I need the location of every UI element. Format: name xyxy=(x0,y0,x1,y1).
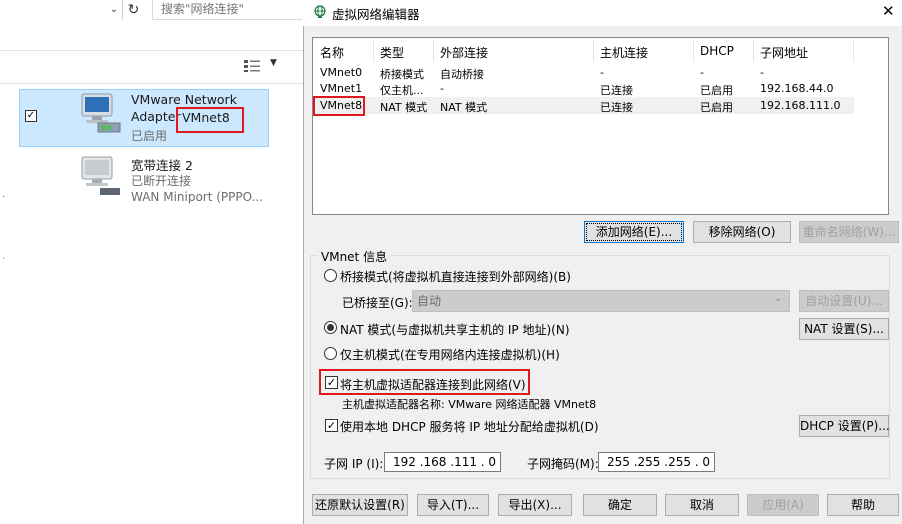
scroll-dots: · xyxy=(2,192,6,203)
nat-mode-label[interactable]: NAT 模式(与虚拟机共享主机的 IP 地址)(N) xyxy=(340,321,570,338)
row-dhcp: 已启用 xyxy=(700,101,733,114)
column-header-host[interactable]: 主机连接 xyxy=(600,44,648,61)
subnet-ip-input[interactable]: 192 .168 .111 . 0 xyxy=(384,452,501,472)
vmnet-info-group xyxy=(310,255,890,479)
host-only-radio[interactable] xyxy=(324,347,337,360)
auto-settings-button[interactable]: 自动设置(U)... xyxy=(799,290,889,312)
row-dhcp: - xyxy=(700,66,704,79)
dialog-title: 虚拟网络编辑器 xyxy=(332,7,420,22)
broadband-connection-icon xyxy=(81,156,120,195)
import-button[interactable]: 导入(T)... xyxy=(417,494,489,516)
restore-defaults-button[interactable]: 还原默认设置(R) xyxy=(312,494,408,516)
change-view-icon[interactable] xyxy=(243,59,261,73)
refresh-icon[interactable]: ↻ xyxy=(122,0,144,20)
row-external: - xyxy=(440,82,444,95)
row-dhcp: 已启用 xyxy=(700,84,733,97)
help-button[interactable]: 帮助 xyxy=(827,494,899,516)
export-button[interactable]: 导出(X)... xyxy=(498,494,572,516)
row-subnet: 192.168.111.0 xyxy=(760,99,841,112)
column-header-name[interactable]: 名称 xyxy=(320,44,344,61)
row-type: 桥接模式 xyxy=(380,68,424,81)
row-name[interactable]: VMnet1 xyxy=(320,82,362,95)
column-header-external[interactable]: 外部连接 xyxy=(440,44,488,61)
remove-network-button[interactable]: 移除网络(O) xyxy=(693,221,791,243)
rename-network-button[interactable]: 重命名网络(W)... xyxy=(799,221,899,243)
connection-status: 已断开连接 xyxy=(131,174,192,188)
vmnet-info-label: VMnet 信息 xyxy=(318,248,391,265)
nat-mode-radio[interactable] xyxy=(324,321,337,334)
chevron-down-icon[interactable]: ⌄ xyxy=(774,293,782,304)
row-host: - xyxy=(600,66,604,79)
row-type: 仅主机... xyxy=(380,84,424,97)
adapter-title: VMware Network xyxy=(131,92,237,107)
column-divider xyxy=(693,40,694,62)
row-host: 已连接 xyxy=(600,101,633,114)
subnet-mask-label: 子网掩码(M): xyxy=(527,457,599,471)
row-name[interactable]: VMnet0 xyxy=(320,66,362,79)
column-header-type[interactable]: 类型 xyxy=(380,44,404,61)
ok-button[interactable]: 确定 xyxy=(583,494,657,516)
apply-button[interactable]: 应用(A) xyxy=(747,494,819,516)
row-type: NAT 模式 xyxy=(380,101,428,114)
cancel-button[interactable]: 取消 xyxy=(665,494,739,516)
adapter-status: 已启用 xyxy=(131,129,168,143)
adapter-name-vmnet8: VMnet8 xyxy=(182,110,230,125)
column-divider xyxy=(373,40,374,62)
connect-adapter-label[interactable]: 将主机虚拟适配器连接到此网络(V) xyxy=(340,376,526,393)
nat-settings-button[interactable]: NAT 设置(S)... xyxy=(799,318,889,340)
column-header-subnet[interactable]: 子网地址 xyxy=(760,44,808,61)
row-name-selected[interactable]: VMnet8 xyxy=(320,99,362,112)
use-dhcp-label[interactable]: 使用本地 DHCP 服务将 IP 地址分配给虚拟机(D) xyxy=(340,418,599,435)
column-divider xyxy=(433,40,434,62)
network-adapter-icon xyxy=(81,93,121,133)
globe-network-icon xyxy=(314,5,326,18)
close-icon[interactable]: ✕ xyxy=(882,2,895,20)
subnet-ip-label: 子网 IP (I): xyxy=(324,457,384,471)
view-options-dropdown-icon[interactable]: ▼ xyxy=(270,58,277,68)
bridge-mode-radio[interactable] xyxy=(324,269,337,282)
adapter-title-line2: Adapter xyxy=(131,109,181,124)
row-external: NAT 模式 xyxy=(440,101,488,114)
connect-adapter-checkbox[interactable]: ✓ xyxy=(325,376,338,389)
column-divider xyxy=(853,40,854,62)
host-only-label[interactable]: 仅主机模式(在专用网络内连接虚拟机)(H) xyxy=(340,346,560,363)
search-input[interactable]: 搜索"网络连接" xyxy=(152,0,302,20)
network-list[interactable] xyxy=(312,37,889,215)
column-divider xyxy=(593,40,594,62)
use-dhcp-checkbox[interactable]: ✓ xyxy=(325,419,338,432)
row-host: 已连接 xyxy=(600,84,633,97)
row-subnet: 192.168.44.0 xyxy=(760,82,834,95)
subnet-mask-input[interactable]: 255 .255 .255 . 0 xyxy=(598,452,715,472)
scroll-dots: · xyxy=(2,254,6,265)
item-select-checkbox[interactable]: ✓ xyxy=(25,110,37,122)
bridged-to-select[interactable]: 自动 xyxy=(412,290,790,312)
add-network-button[interactable]: 添加网络(E)... xyxy=(584,221,684,243)
dhcp-settings-button[interactable]: DHCP 设置(P)... xyxy=(799,415,890,437)
row-subnet: - xyxy=(760,66,764,79)
address-dropdown-icon[interactable]: ⌄ xyxy=(106,0,122,20)
column-header-dhcp[interactable]: DHCP xyxy=(700,44,734,58)
row-external: 自动桥接 xyxy=(440,68,484,81)
column-divider xyxy=(753,40,754,62)
connection-device: WAN Miniport (PPPO... xyxy=(131,190,264,204)
bridged-to-label: 已桥接至(G): xyxy=(342,296,413,310)
bridge-mode-label[interactable]: 桥接模式(将虚拟机直接连接到外部网络)(B) xyxy=(340,268,571,285)
adapter-name-text: 主机虚拟适配器名称: VMware 网络适配器 VMnet8 xyxy=(342,398,597,411)
